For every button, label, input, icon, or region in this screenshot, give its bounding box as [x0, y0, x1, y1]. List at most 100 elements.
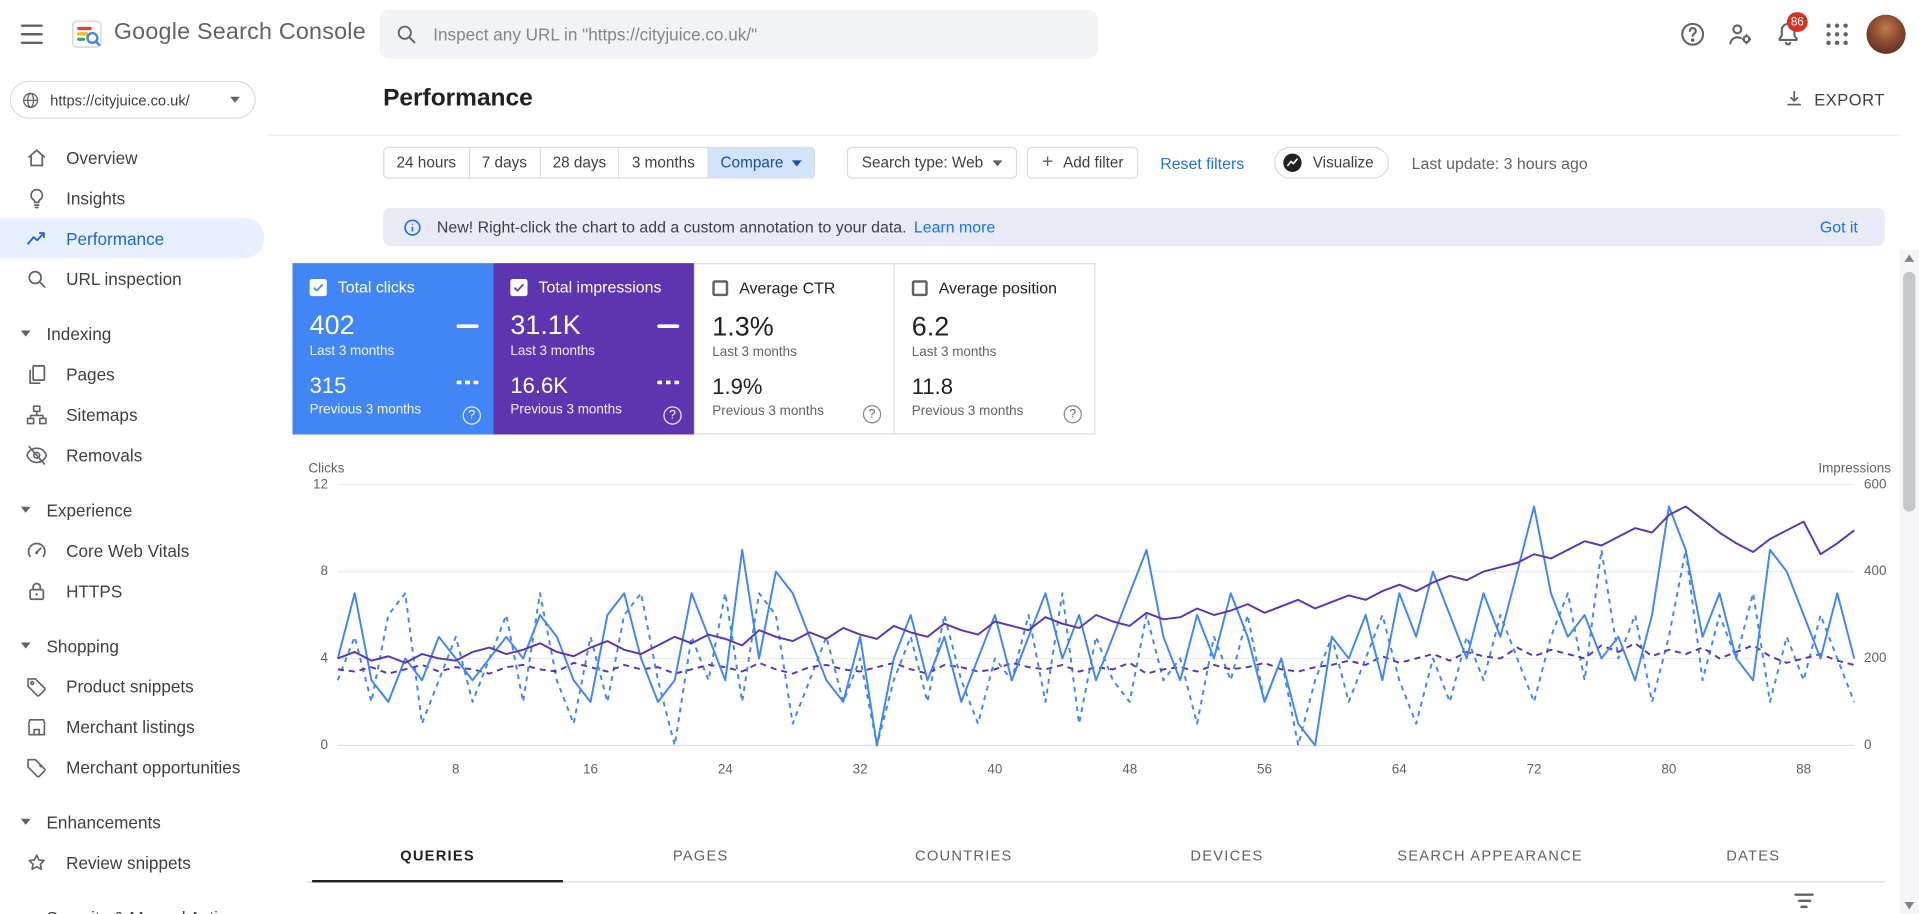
- sidebar-item-review-snippets[interactable]: Review snippets: [0, 842, 266, 882]
- apps-grid-icon[interactable]: [1822, 20, 1851, 49]
- sidebar-section-enhancements[interactable]: Enhancements: [0, 802, 266, 842]
- metric-previous-value: 16.6K: [510, 373, 568, 399]
- metric-current-caption: Last 3 months: [309, 344, 395, 359]
- tab-queries[interactable]: QUERIES: [306, 829, 569, 883]
- metric-current-value: 6.2: [911, 310, 950, 342]
- header-divider: [265, 134, 1900, 136]
- sidebar-item-sitemaps[interactable]: Sitemaps: [0, 394, 266, 434]
- help-icon[interactable]: ?: [1063, 405, 1082, 424]
- sidebar-item-label: HTTPS: [66, 580, 123, 601]
- sidebar-section-experience[interactable]: Experience: [0, 490, 266, 530]
- sidebar: https://cityjuice.co.uk/ Overview Insigh…: [0, 68, 266, 914]
- sidebar-item-insights[interactable]: Insights: [0, 177, 266, 217]
- sidebar-item-merchant-opportunities[interactable]: Merchant opportunities: [0, 747, 266, 787]
- sidebar-item-overview[interactable]: Overview: [0, 137, 266, 177]
- sidebar-nav: Overview Insights Performance URL inspec…: [0, 137, 266, 914]
- range-3-months-button[interactable]: 3 months: [619, 146, 709, 179]
- metric-card-average-ctr[interactable]: Average CTR 1.3% Last 3 months 1.9% Prev…: [693, 263, 895, 435]
- range-28-days-button[interactable]: 28 days: [540, 146, 620, 179]
- sidebar-item-pages[interactable]: Pages: [0, 354, 266, 394]
- help-icon[interactable]: ?: [462, 406, 481, 425]
- filter-list-icon[interactable]: [1793, 893, 1815, 910]
- metric-card-average-position[interactable]: Average position 6.2 Last 3 months 11.8 …: [894, 263, 1096, 435]
- sidebar-item-https[interactable]: HTTPS: [0, 570, 266, 610]
- chevron-down-icon: [20, 506, 31, 513]
- add-filter-label: Add filter: [1063, 154, 1124, 172]
- search-type-filter[interactable]: Search type: Web: [847, 146, 1018, 179]
- scroll-up-arrow-icon[interactable]: [1904, 254, 1915, 262]
- compare-label: Compare: [720, 154, 784, 172]
- annotation-banner: New! Right-click the chart to add a cust…: [383, 208, 1885, 247]
- property-url: https://cityjuice.co.uk/: [50, 91, 190, 109]
- range-24-hours-button[interactable]: 24 hours: [383, 146, 470, 179]
- dashed-line-legend: [456, 380, 479, 385]
- reset-filters-button[interactable]: Reset filters: [1160, 154, 1244, 172]
- sidebar-section-shopping[interactable]: Shopping: [0, 625, 266, 665]
- url-inspect-input[interactable]: [433, 24, 1084, 45]
- sidebar-item-url-inspection[interactable]: URL inspection: [0, 258, 266, 298]
- sidebar-section-security-manual-actions[interactable]: Security & Manual Actions: [0, 897, 266, 914]
- menu-icon[interactable]: [20, 24, 45, 45]
- metric-current-value: 1.3%: [712, 310, 774, 342]
- range-7-days-button[interactable]: 7 days: [469, 146, 541, 179]
- metric-current-value: 402: [309, 309, 355, 341]
- metric-current-value: 31.1K: [510, 309, 581, 341]
- help-icon[interactable]: [1678, 20, 1707, 49]
- export-button[interactable]: EXPORT: [1784, 88, 1885, 110]
- chevron-down-icon: [20, 642, 31, 649]
- sidebar-item-core-web-vitals[interactable]: Core Web Vitals: [0, 530, 266, 570]
- sidebar-item-label: Performance: [66, 228, 165, 248]
- property-selector[interactable]: https://cityjuice.co.uk/: [9, 80, 256, 119]
- tab-dates[interactable]: DATES: [1622, 829, 1885, 882]
- url-inspect-searchbar[interactable]: [379, 9, 1098, 59]
- y-axis-left-ticks: 0 4 8 12: [313, 477, 329, 753]
- tab-search-appearance[interactable]: SEARCH APPEARANCE: [1359, 829, 1622, 882]
- got-it-button[interactable]: Got it: [1813, 218, 1866, 236]
- performance-chart: Clicks Impressions 0 4 8 12 0 200 400 600 8 16 2…: [266, 459, 1900, 787]
- checkbox-unchecked-icon[interactable]: [712, 280, 729, 297]
- sidebar-item-merchant-listings[interactable]: Merchant listings: [0, 706, 266, 746]
- help-icon[interactable]: ?: [862, 405, 882, 424]
- add-filter-button[interactable]: + Add filter: [1027, 146, 1139, 179]
- search-console-logo-icon[interactable]: [71, 18, 103, 50]
- last-update-text: Last update: 3 hours ago: [1411, 153, 1588, 172]
- scrollbar-track[interactable]: [1899, 249, 1919, 914]
- y-axis-right-ticks: 0 200 400 600: [1863, 477, 1887, 753]
- scrollbar-thumb[interactable]: [1903, 271, 1916, 512]
- metric-previous-caption: Previous 3 months: [510, 402, 622, 418]
- compare-button[interactable]: Compare: [708, 146, 816, 179]
- scroll-down-arrow-icon[interactable]: [1904, 902, 1915, 910]
- metric-label: Total impressions: [538, 277, 662, 297]
- checkbox-checked-icon[interactable]: [309, 278, 327, 296]
- gauge-icon: [27, 541, 46, 557]
- manage-users-icon[interactable]: [1726, 20, 1755, 49]
- date-range-control: 24 hours 7 days 28 days 3 months Compare: [383, 146, 816, 179]
- page-title: Performance: [383, 84, 533, 112]
- filters-bar: 24 hours 7 days 28 days 3 months Compare…: [383, 146, 1588, 179]
- avatar[interactable]: [1866, 14, 1906, 54]
- search-type-label: Search type: Web: [861, 154, 984, 172]
- sitemap-icon: [26, 404, 47, 424]
- tab-devices[interactable]: DEVICES: [1095, 829, 1358, 882]
- metric-previous-caption: Previous 3 months: [309, 402, 422, 418]
- learn-more-link[interactable]: Learn more: [914, 218, 995, 236]
- metric-card-total-clicks[interactable]: Total clicks 402 Last 3 months 315 Previ…: [292, 263, 494, 435]
- search-icon: [397, 25, 416, 44]
- checkbox-checked-icon[interactable]: [510, 278, 528, 296]
- sidebar-item-performance[interactable]: Performance: [0, 217, 265, 259]
- sidebar-item-product-snippets[interactable]: Product snippets: [0, 666, 266, 706]
- download-icon: [1787, 90, 1802, 106]
- checkbox-unchecked-icon[interactable]: [911, 280, 928, 297]
- sidebar-item-label: Core Web Vitals: [66, 540, 190, 560]
- tag-star-icon: [27, 758, 46, 777]
- sidebar-section-indexing[interactable]: Indexing: [0, 313, 266, 353]
- topbar: Google Search Console 86: [0, 0, 1919, 69]
- visualize-button[interactable]: Visualize: [1273, 146, 1390, 179]
- tab-countries[interactable]: COUNTRIES: [832, 829, 1095, 882]
- help-icon[interactable]: ?: [663, 406, 682, 425]
- sidebar-item-removals[interactable]: Removals: [0, 434, 266, 474]
- metric-card-total-impressions[interactable]: Total impressions 31.1K Last 3 months 16…: [493, 263, 694, 435]
- section-label: Enhancements: [46, 812, 161, 832]
- tab-pages[interactable]: PAGES: [569, 829, 832, 882]
- metric-previous-value: 1.9%: [712, 374, 763, 400]
